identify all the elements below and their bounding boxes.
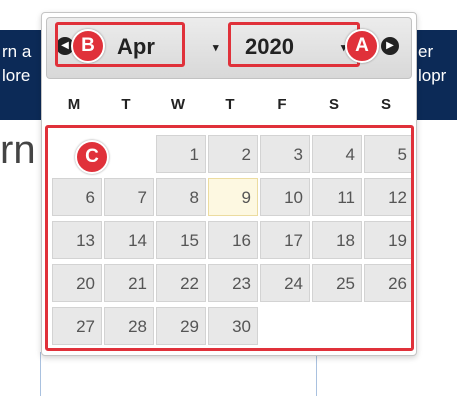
annotation-badge-a: A	[345, 29, 379, 63]
date-input-field[interactable]	[40, 352, 317, 396]
weekday-label: W	[170, 96, 186, 113]
weekday-label: T	[225, 96, 235, 113]
banner-right-line2: lopr	[418, 66, 447, 85]
next-month-icon[interactable]: ▶	[381, 37, 399, 55]
banner-right-text: er lopr	[418, 40, 446, 88]
banner-left-line1: rn a	[2, 42, 32, 61]
weekday-label: M	[67, 96, 81, 113]
weekday-label: S	[328, 96, 339, 113]
year-highlight-box	[228, 22, 360, 67]
banner-left-line2: lore	[2, 66, 31, 85]
weekday-label: S	[380, 96, 391, 113]
annotation-badge-c: C	[75, 140, 109, 174]
page-heading-fragment: rn	[0, 128, 36, 172]
weekday-label: T	[121, 96, 131, 113]
weekday-label: F	[277, 96, 287, 113]
annotation-badge-b: B	[71, 29, 105, 63]
banner-left-text: rn a lore	[2, 40, 31, 88]
banner-right-line1: er	[418, 42, 434, 61]
weekday-header-row: M T W T F S S	[48, 96, 410, 116]
chevron-down-icon: ▾	[213, 42, 219, 54]
